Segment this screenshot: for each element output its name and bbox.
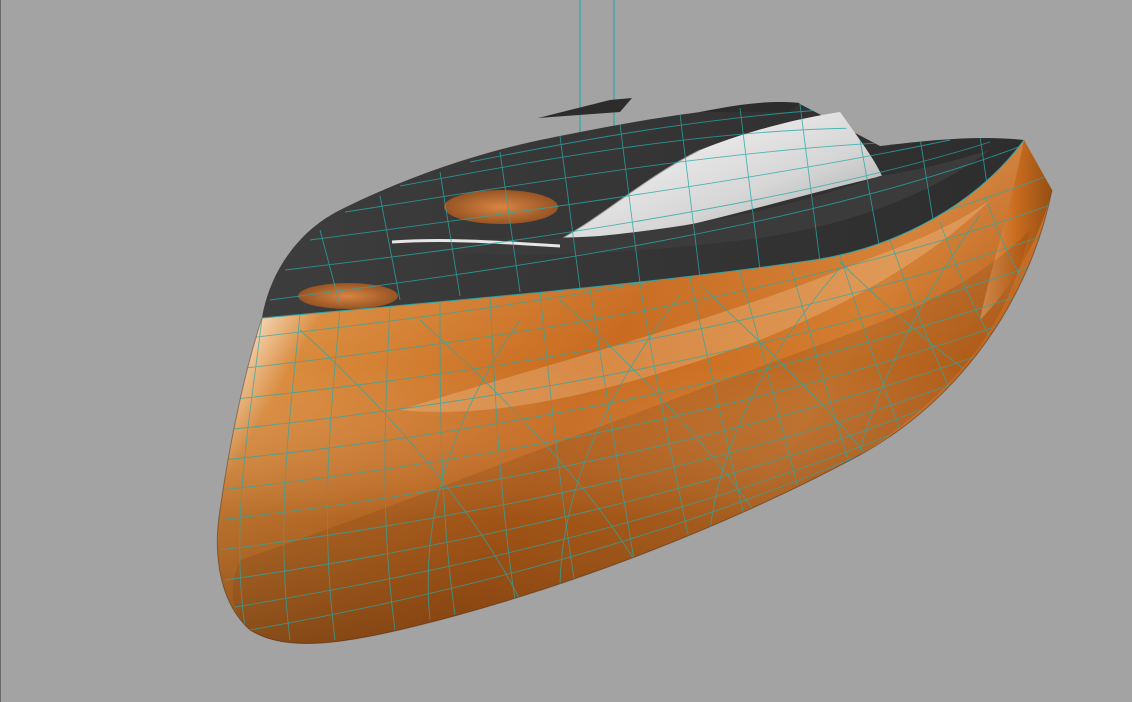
deck-hatch-aft[interactable] [298,283,398,309]
3d-viewport[interactable] [0,0,1132,702]
yacht-hull-model[interactable] [0,0,1132,702]
deck-hatch-forward[interactable] [444,190,558,224]
